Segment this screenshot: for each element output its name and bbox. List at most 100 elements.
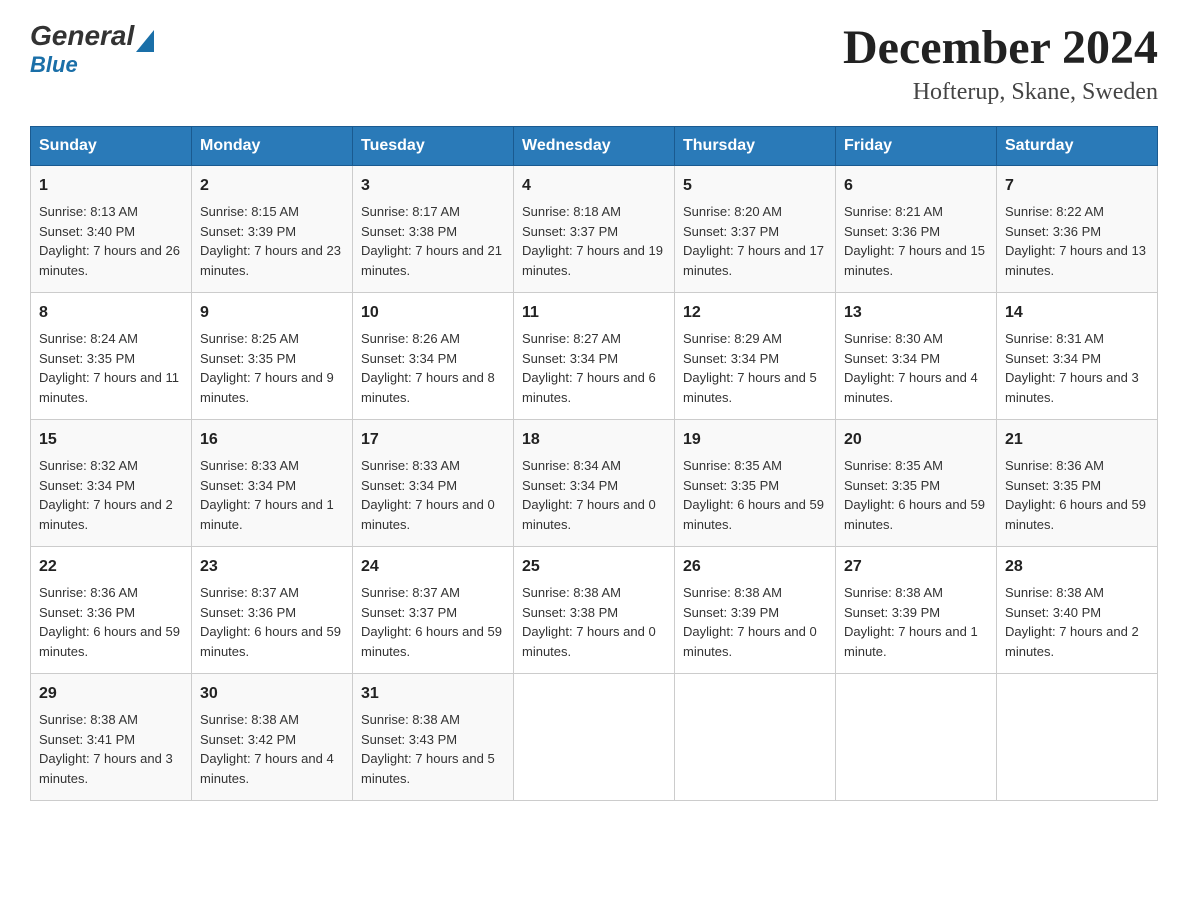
day-info: Sunrise: 8:38 AMSunset: 3:43 PMDaylight:… (361, 712, 495, 786)
logo: General Blue (30, 20, 154, 78)
empty-cell (997, 674, 1158, 801)
day-number: 14 (1005, 301, 1149, 325)
day-number: 28 (1005, 555, 1149, 579)
calendar-day-cell: 26 Sunrise: 8:38 AMSunset: 3:39 PMDaylig… (675, 547, 836, 674)
day-info: Sunrise: 8:22 AMSunset: 3:36 PMDaylight:… (1005, 204, 1146, 278)
day-number: 15 (39, 428, 183, 452)
day-info: Sunrise: 8:38 AMSunset: 3:42 PMDaylight:… (200, 712, 334, 786)
day-info: Sunrise: 8:30 AMSunset: 3:34 PMDaylight:… (844, 331, 978, 405)
day-info: Sunrise: 8:37 AMSunset: 3:36 PMDaylight:… (200, 585, 341, 659)
logo-triangle-icon (136, 30, 154, 52)
empty-cell (514, 674, 675, 801)
day-number: 9 (200, 301, 344, 325)
day-number: 27 (844, 555, 988, 579)
calendar-day-cell: 31 Sunrise: 8:38 AMSunset: 3:43 PMDaylig… (353, 674, 514, 801)
logo-blue-text: Blue (30, 52, 154, 78)
calendar-day-cell: 24 Sunrise: 8:37 AMSunset: 3:37 PMDaylig… (353, 547, 514, 674)
empty-cell (836, 674, 997, 801)
weekday-header-wednesday: Wednesday (514, 127, 675, 166)
day-number: 5 (683, 174, 827, 198)
day-number: 1 (39, 174, 183, 198)
day-info: Sunrise: 8:36 AMSunset: 3:35 PMDaylight:… (1005, 458, 1146, 532)
calendar-day-cell: 22 Sunrise: 8:36 AMSunset: 3:36 PMDaylig… (31, 547, 192, 674)
calendar-table: SundayMondayTuesdayWednesdayThursdayFrid… (30, 126, 1158, 801)
calendar-day-cell: 3 Sunrise: 8:17 AMSunset: 3:38 PMDayligh… (353, 166, 514, 293)
calendar-day-cell: 23 Sunrise: 8:37 AMSunset: 3:36 PMDaylig… (192, 547, 353, 674)
weekday-header-monday: Monday (192, 127, 353, 166)
calendar-day-cell: 29 Sunrise: 8:38 AMSunset: 3:41 PMDaylig… (31, 674, 192, 801)
day-info: Sunrise: 8:31 AMSunset: 3:34 PMDaylight:… (1005, 331, 1139, 405)
day-number: 29 (39, 682, 183, 706)
day-number: 6 (844, 174, 988, 198)
weekday-header-row: SundayMondayTuesdayWednesdayThursdayFrid… (31, 127, 1158, 166)
day-number: 3 (361, 174, 505, 198)
month-title: December 2024 (843, 20, 1158, 75)
day-info: Sunrise: 8:33 AMSunset: 3:34 PMDaylight:… (200, 458, 334, 532)
day-info: Sunrise: 8:32 AMSunset: 3:34 PMDaylight:… (39, 458, 173, 532)
calendar-day-cell: 6 Sunrise: 8:21 AMSunset: 3:36 PMDayligh… (836, 166, 997, 293)
day-info: Sunrise: 8:36 AMSunset: 3:36 PMDaylight:… (39, 585, 180, 659)
day-info: Sunrise: 8:29 AMSunset: 3:34 PMDaylight:… (683, 331, 817, 405)
calendar-week-row: 29 Sunrise: 8:38 AMSunset: 3:41 PMDaylig… (31, 674, 1158, 801)
day-info: Sunrise: 8:34 AMSunset: 3:34 PMDaylight:… (522, 458, 656, 532)
day-info: Sunrise: 8:26 AMSunset: 3:34 PMDaylight:… (361, 331, 495, 405)
day-number: 18 (522, 428, 666, 452)
day-info: Sunrise: 8:38 AMSunset: 3:41 PMDaylight:… (39, 712, 173, 786)
calendar-day-cell: 17 Sunrise: 8:33 AMSunset: 3:34 PMDaylig… (353, 420, 514, 547)
calendar-day-cell: 11 Sunrise: 8:27 AMSunset: 3:34 PMDaylig… (514, 293, 675, 420)
day-number: 8 (39, 301, 183, 325)
logo-general-text: General (30, 20, 134, 52)
day-info: Sunrise: 8:17 AMSunset: 3:38 PMDaylight:… (361, 204, 502, 278)
day-info: Sunrise: 8:37 AMSunset: 3:37 PMDaylight:… (361, 585, 502, 659)
calendar-day-cell: 16 Sunrise: 8:33 AMSunset: 3:34 PMDaylig… (192, 420, 353, 547)
calendar-day-cell: 9 Sunrise: 8:25 AMSunset: 3:35 PMDayligh… (192, 293, 353, 420)
calendar-day-cell: 10 Sunrise: 8:26 AMSunset: 3:34 PMDaylig… (353, 293, 514, 420)
day-info: Sunrise: 8:21 AMSunset: 3:36 PMDaylight:… (844, 204, 985, 278)
weekday-header-thursday: Thursday (675, 127, 836, 166)
calendar-day-cell: 14 Sunrise: 8:31 AMSunset: 3:34 PMDaylig… (997, 293, 1158, 420)
calendar-day-cell: 4 Sunrise: 8:18 AMSunset: 3:37 PMDayligh… (514, 166, 675, 293)
day-info: Sunrise: 8:38 AMSunset: 3:39 PMDaylight:… (844, 585, 978, 659)
day-number: 10 (361, 301, 505, 325)
day-info: Sunrise: 8:27 AMSunset: 3:34 PMDaylight:… (522, 331, 656, 405)
day-info: Sunrise: 8:38 AMSunset: 3:39 PMDaylight:… (683, 585, 817, 659)
calendar-day-cell: 19 Sunrise: 8:35 AMSunset: 3:35 PMDaylig… (675, 420, 836, 547)
calendar-day-cell: 13 Sunrise: 8:30 AMSunset: 3:34 PMDaylig… (836, 293, 997, 420)
calendar-day-cell: 30 Sunrise: 8:38 AMSunset: 3:42 PMDaylig… (192, 674, 353, 801)
day-info: Sunrise: 8:18 AMSunset: 3:37 PMDaylight:… (522, 204, 663, 278)
location-title: Hofterup, Skane, Sweden (843, 79, 1158, 106)
day-info: Sunrise: 8:38 AMSunset: 3:38 PMDaylight:… (522, 585, 656, 659)
day-number: 21 (1005, 428, 1149, 452)
day-number: 2 (200, 174, 344, 198)
day-number: 26 (683, 555, 827, 579)
calendar-week-row: 15 Sunrise: 8:32 AMSunset: 3:34 PMDaylig… (31, 420, 1158, 547)
calendar-day-cell: 18 Sunrise: 8:34 AMSunset: 3:34 PMDaylig… (514, 420, 675, 547)
day-number: 25 (522, 555, 666, 579)
day-info: Sunrise: 8:13 AMSunset: 3:40 PMDaylight:… (39, 204, 180, 278)
day-number: 30 (200, 682, 344, 706)
calendar-day-cell: 27 Sunrise: 8:38 AMSunset: 3:39 PMDaylig… (836, 547, 997, 674)
calendar-day-cell: 12 Sunrise: 8:29 AMSunset: 3:34 PMDaylig… (675, 293, 836, 420)
day-number: 24 (361, 555, 505, 579)
calendar-day-cell: 8 Sunrise: 8:24 AMSunset: 3:35 PMDayligh… (31, 293, 192, 420)
calendar-day-cell: 21 Sunrise: 8:36 AMSunset: 3:35 PMDaylig… (997, 420, 1158, 547)
day-number: 12 (683, 301, 827, 325)
calendar-week-row: 22 Sunrise: 8:36 AMSunset: 3:36 PMDaylig… (31, 547, 1158, 674)
title-block: December 2024 Hofterup, Skane, Sweden (843, 20, 1158, 106)
day-number: 11 (522, 301, 666, 325)
day-number: 23 (200, 555, 344, 579)
weekday-header-tuesday: Tuesday (353, 127, 514, 166)
day-number: 20 (844, 428, 988, 452)
day-number: 31 (361, 682, 505, 706)
day-info: Sunrise: 8:24 AMSunset: 3:35 PMDaylight:… (39, 331, 179, 405)
day-number: 16 (200, 428, 344, 452)
calendar-day-cell: 15 Sunrise: 8:32 AMSunset: 3:34 PMDaylig… (31, 420, 192, 547)
calendar-day-cell: 28 Sunrise: 8:38 AMSunset: 3:40 PMDaylig… (997, 547, 1158, 674)
day-number: 17 (361, 428, 505, 452)
day-number: 13 (844, 301, 988, 325)
day-info: Sunrise: 8:20 AMSunset: 3:37 PMDaylight:… (683, 204, 824, 278)
calendar-day-cell: 5 Sunrise: 8:20 AMSunset: 3:37 PMDayligh… (675, 166, 836, 293)
day-number: 19 (683, 428, 827, 452)
day-number: 22 (39, 555, 183, 579)
page-header: General Blue December 2024 Hofterup, Ska… (30, 20, 1158, 106)
